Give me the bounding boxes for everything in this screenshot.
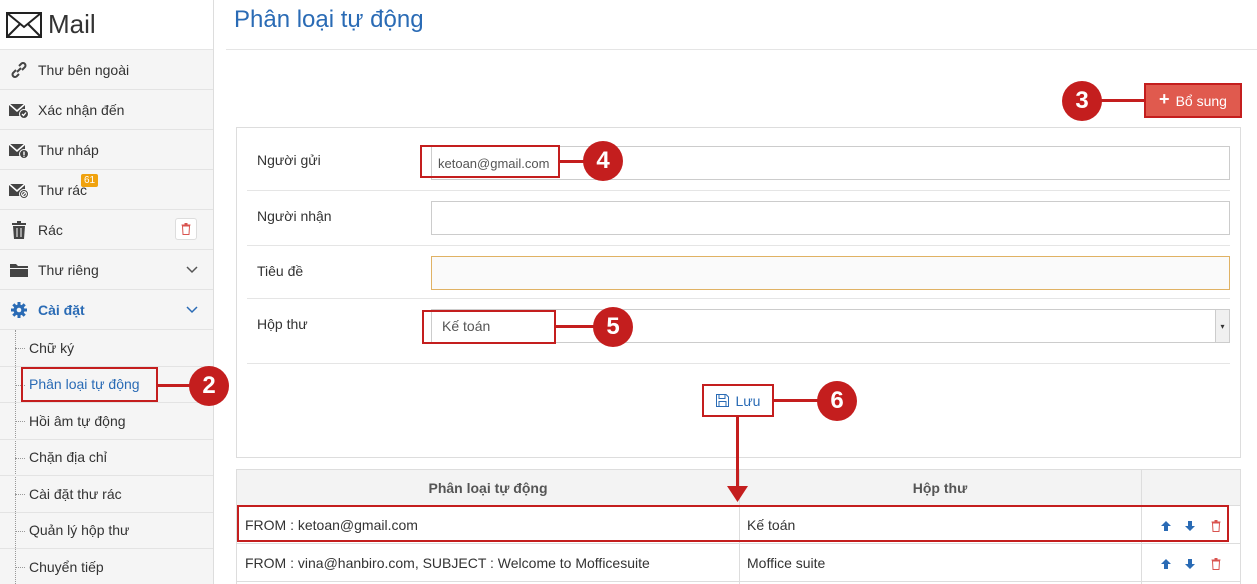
- rule-cell: FROM : vina@hanbiro.com, SUBJECT : Welco…: [245, 555, 650, 571]
- submenu-item-label: Chặn địa chỉ: [29, 449, 107, 466]
- sender-input[interactable]: ketoan@gmail.com: [431, 146, 1230, 180]
- callout-connector: [556, 325, 598, 328]
- plus-icon: +: [1159, 89, 1170, 109]
- sidebar-item-label: Thư bên ngoài: [38, 61, 130, 78]
- callout-number: 5: [593, 307, 633, 347]
- trash-icon: [8, 220, 30, 239]
- submenu-item-label: Hồi âm tự động: [29, 412, 126, 429]
- arrow-down-icon[interactable]: [1183, 519, 1197, 533]
- link-icon: [8, 61, 30, 79]
- mail-draft-icon: [8, 141, 30, 159]
- callout-number: 6: [817, 381, 857, 421]
- empty-trash-button[interactable]: [175, 218, 197, 240]
- gear-icon: [8, 301, 30, 319]
- sidebar-item-read-receipts[interactable]: Xác nhận đến: [0, 90, 213, 130]
- mailbox-cell: Moffice suite: [747, 555, 826, 571]
- sidebar-item-trash[interactable]: Rác: [0, 210, 213, 250]
- sender-row: Người gửi ketoan@gmail.com: [247, 128, 1230, 191]
- app-brand[interactable]: Mail: [0, 0, 213, 50]
- subject-label: Tiêu đề: [257, 263, 304, 279]
- mail-check-icon: [8, 101, 30, 119]
- mailbox-select[interactable]: Kế toán ▾: [431, 309, 1230, 343]
- sender-label: Người gửi: [257, 152, 321, 168]
- table-row[interactable]: FROM : ketoan@gmail.com Kế toán: [237, 506, 1240, 544]
- submenu-item-label: Quản lý hộp thư: [29, 522, 130, 539]
- sidebar-item-drafts[interactable]: Thư nháp: [0, 130, 213, 170]
- arrow-up-icon[interactable]: [1159, 557, 1173, 571]
- arrow-up-icon[interactable]: [1159, 519, 1173, 533]
- submenu-item-label: Chữ ký: [29, 339, 75, 356]
- arrow-down-icon[interactable]: [1183, 557, 1197, 571]
- sidebar-item-label: Rác: [38, 221, 63, 238]
- recipient-input[interactable]: [431, 201, 1230, 235]
- chevron-down-icon[interactable]: [185, 302, 199, 316]
- subject-row: Tiêu đề: [247, 246, 1230, 299]
- submenu-item-label: Phân loại tự động: [29, 376, 140, 393]
- rule-cell: FROM : ketoan@gmail.com: [245, 517, 418, 533]
- column-header-rule[interactable]: Phân loại tự động: [237, 470, 739, 506]
- mail-settings-screen: Mail Thư bên ngoài Xác nhận đến Thư nháp: [0, 0, 1257, 584]
- app-title: Mail: [48, 9, 96, 39]
- callout-arrow-shaft: [736, 417, 739, 491]
- sidebar-item-external-mail[interactable]: Thư bên ngoài: [0, 50, 213, 90]
- sidebar-item-label: Cài đặt: [38, 301, 85, 318]
- recipient-row: Người nhận: [247, 191, 1230, 246]
- callout-connector: [1098, 99, 1144, 102]
- sidebar-item-label: Thư nháp: [38, 141, 99, 158]
- callout-connector: [774, 399, 822, 402]
- mailbox-row: Hộp thư Kế toán ▾: [247, 299, 1230, 364]
- add-rule-button[interactable]: + Bổ sung: [1144, 83, 1242, 118]
- submenu-item-label: Cài đặt thư rác: [29, 485, 122, 502]
- submenu-item-signature[interactable]: Chữ ký: [0, 330, 213, 367]
- spam-count-badge: 61: [81, 174, 99, 187]
- mail-spam-icon: [8, 181, 30, 199]
- submenu-item-label: Chuyển tiếp: [29, 558, 104, 575]
- callout-number: 4: [583, 141, 623, 181]
- floppy-disk-icon: [715, 394, 729, 407]
- submenu-item-spam-settings[interactable]: Cài đặt thư rác: [0, 476, 213, 513]
- mail-logo-icon: [6, 11, 42, 38]
- save-label: Lưu: [735, 392, 761, 409]
- sidebar: Mail Thư bên ngoài Xác nhận đến Thư nháp: [0, 0, 214, 584]
- sidebar-item-label: Thư rác: [38, 181, 88, 198]
- chevron-down-icon[interactable]: [185, 262, 199, 276]
- callout-number: 3: [1062, 81, 1102, 121]
- sidebar-item-label: Thư riêng: [38, 261, 99, 278]
- sidebar-item-private[interactable]: Thư riêng: [0, 250, 213, 290]
- mailbox-label: Hộp thư: [257, 316, 308, 332]
- sidebar-item-settings[interactable]: Cài đặt: [0, 290, 213, 330]
- folder-icon: [8, 261, 30, 279]
- chevron-down-icon[interactable]: ▾: [1215, 310, 1229, 342]
- settings-submenu: Chữ ký Phân loại tự động Hồi âm tự động …: [0, 330, 213, 584]
- submenu-item-forwarding[interactable]: Chuyển tiếp: [0, 549, 213, 584]
- submenu-item-mailbox-management[interactable]: Quản lý hộp thư: [0, 513, 213, 549]
- page-title: Phân loại tự động: [234, 6, 424, 33]
- arrow-down-icon: [727, 486, 748, 502]
- mailbox-cell: Kế toán: [747, 517, 796, 533]
- callout-connector: [158, 384, 192, 387]
- save-button[interactable]: Lưu: [702, 384, 774, 417]
- column-header-mailbox[interactable]: Hộp thư: [739, 470, 1141, 506]
- delete-icon[interactable]: [1209, 519, 1223, 533]
- callout-number: 2: [189, 366, 229, 406]
- title-divider: [226, 49, 1257, 50]
- add-rule-label: Bổ sung: [1175, 92, 1227, 109]
- sidebar-item-label: Xác nhận đến: [38, 101, 125, 118]
- delete-icon[interactable]: [1209, 557, 1223, 571]
- table-row[interactable]: FROM : vina@hanbiro.com, SUBJECT : Welco…: [237, 544, 1240, 582]
- submenu-item-auto-reply[interactable]: Hồi âm tự động: [0, 403, 213, 440]
- trash-icon: [181, 223, 191, 235]
- recipient-label: Người nhận: [257, 208, 332, 224]
- sidebar-item-spam[interactable]: Thư rác 61: [0, 170, 213, 210]
- subject-input[interactable]: [431, 256, 1230, 290]
- mailbox-select-value: Kế toán: [442, 318, 491, 334]
- submenu-item-block-address[interactable]: Chặn địa chỉ: [0, 440, 213, 476]
